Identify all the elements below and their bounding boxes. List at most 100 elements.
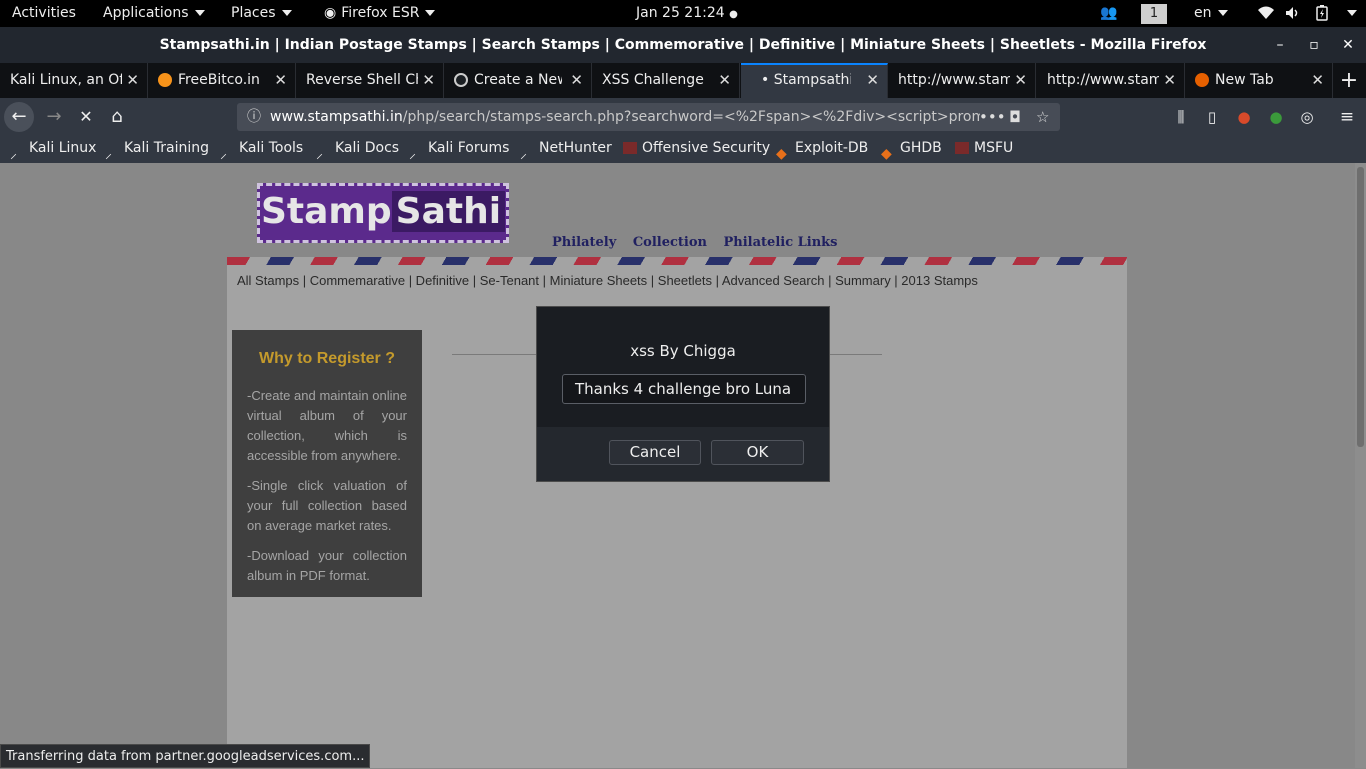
register-point: -Single click valuation of your full col… [247, 478, 407, 533]
tab-stampsathi-url-1[interactable]: http://www.stam ✕ [888, 63, 1036, 98]
account-icon[interactable]: ◎ [1294, 98, 1320, 136]
applications-label: Applications [103, 5, 189, 21]
status-bar: Transferring data from partner.googleads… [0, 744, 371, 768]
hamburger-menu-icon[interactable]: ≡ [1334, 98, 1360, 136]
close-tab-icon[interactable]: ✕ [1311, 63, 1324, 98]
bookmark-msfu[interactable]: MSFU [955, 136, 1013, 161]
bookmark-label: Kali Tools [239, 140, 304, 156]
why-register-title: Why to Register ? [258, 350, 395, 367]
page-scrollbar[interactable] [1355, 163, 1366, 768]
close-tab-icon[interactable]: ✕ [718, 63, 731, 98]
kali-dragon-icon: ⸝ [520, 146, 527, 162]
nav-philatelic-links[interactable]: Philatelic Links [724, 235, 838, 250]
sidebar-icon[interactable]: ▯ [1199, 98, 1225, 136]
tab-freebitcoin[interactable]: FreeBitco.in ✕ [148, 63, 296, 98]
scrollbar-thumb[interactable] [1357, 167, 1364, 447]
chevron-down-icon [1217, 10, 1228, 16]
offsec-icon [955, 142, 969, 154]
tab-reverse-shell[interactable]: Reverse Shell Ch ✕ [296, 63, 444, 98]
firefox-icon [1195, 73, 1209, 87]
volume-icon[interactable] [1285, 0, 1301, 27]
stop-button[interactable]: ✕ [72, 98, 100, 136]
bookmark-label: Exploit-DB [795, 140, 869, 156]
pocket-icon[interactable]: ◘ [1009, 103, 1021, 131]
dialog-message: xss By Chigga [630, 342, 736, 360]
battery-icon[interactable] [1316, 0, 1328, 27]
bookmark-kali-tools[interactable]: ⸝ Kali Tools [220, 136, 304, 162]
close-tab-icon[interactable]: ✕ [1163, 63, 1176, 98]
bookmark-nethunter[interactable]: ⸝ NetHunter [520, 136, 612, 162]
prompt-dialog: xss By Chigga Thanks 4 challenge bro Lun… [536, 306, 830, 482]
bookmark-label: Kali Docs [335, 140, 400, 156]
site-header: Stamp Sathi Philately Collection Philatel… [227, 163, 1127, 258]
clock[interactable]: Jan 25 21:24 ● [636, 0, 738, 27]
bookmark-kali-training[interactable]: ⸝ Kali Training [105, 136, 209, 162]
register-point: -Create and maintain online virtual albu… [247, 388, 407, 463]
bookmark-label: Kali Training [124, 140, 209, 156]
places-menu[interactable]: Places [231, 0, 292, 27]
prompt-input[interactable]: Thanks 4 challenge bro Luna [562, 374, 806, 404]
close-tab-icon[interactable]: ✕ [866, 65, 879, 96]
activities-button[interactable]: Activities [12, 0, 76, 27]
minimize-button[interactable]: – [1265, 27, 1295, 63]
people-icon[interactable]: 👥 [1100, 0, 1117, 27]
close-tab-icon[interactable]: ✕ [274, 63, 287, 98]
register-point: -Download your collection album in PDF f… [247, 548, 407, 583]
maximize-button[interactable]: ▫ [1299, 27, 1329, 63]
applications-menu[interactable]: Applications [103, 0, 205, 27]
bookmark-kali-docs[interactable]: ⸝ Kali Docs [316, 136, 400, 162]
forward-button[interactable]: → [40, 98, 68, 136]
library-icon[interactable]: ⫼ [1168, 98, 1194, 136]
tab-stampsathi[interactable]: • Stampsathi.in ✕ [741, 63, 888, 98]
url-bar[interactable]: ⓘ www.stampsathi.in/php/search/stamps-se… [237, 103, 1060, 131]
tab-label: XSS Challenge [602, 72, 704, 88]
bookmarks-toolbar: ⸝ Kali Linux ⸝ Kali Training ⸝ Kali Tools ⸝… [0, 136, 1366, 163]
stampsathi-logo[interactable]: Stamp Sathi [257, 183, 509, 243]
info-icon[interactable]: ⓘ [247, 103, 261, 131]
url-text[interactable]: www.stampsathi.in/php/search/stamps-sear… [270, 103, 980, 131]
bookmark-exploit-db[interactable]: ◆ Exploit-DB [776, 136, 869, 162]
bookmark-ghdb[interactable]: ◆ GHDB [881, 136, 942, 162]
close-tab-icon[interactable]: ✕ [422, 63, 435, 98]
extension-icon[interactable]: ● [1231, 98, 1257, 136]
new-tab-button[interactable]: + [1332, 63, 1366, 98]
nav-philately[interactable]: Philately [552, 235, 616, 250]
firefox-small-icon: ◉ [324, 5, 337, 21]
home-button[interactable]: ⌂ [103, 98, 131, 136]
firefox-app-label: Firefox ESR [341, 5, 420, 21]
workspace-indicator[interactable]: 1 [1141, 0, 1167, 27]
kali-dragon-icon: ⸝ [220, 146, 227, 162]
tab-stampsathi-url-2[interactable]: http://www.stam ✕ [1037, 63, 1185, 98]
tab-create-new[interactable]: Create a New ✕ [444, 63, 592, 98]
tab-kali-linux[interactable]: Kali Linux, an Off ✕ [0, 63, 148, 98]
bookmark-offensive-security[interactable]: Offensive Security [623, 136, 770, 161]
close-tab-icon[interactable]: ✕ [570, 63, 583, 98]
tab-label: http://www.stam [898, 72, 1010, 88]
logo-stamp-text: Stamp [260, 191, 392, 232]
bookmark-label: Offensive Security [642, 140, 771, 156]
extension-green-icon[interactable]: ● [1263, 98, 1289, 136]
system-menu[interactable] [1341, 0, 1357, 27]
wifi-icon[interactable] [1258, 0, 1274, 27]
nav-collection[interactable]: Collection [633, 235, 707, 250]
window-titlebar: Stampsathi.in | Indian Postage Stamps | … [0, 27, 1366, 63]
close-tab-icon[interactable]: ✕ [126, 63, 139, 98]
firefox-app-menu[interactable]: ◉ Firefox ESR [324, 0, 436, 27]
cancel-button[interactable]: Cancel [609, 440, 701, 465]
tab-xss-challenge[interactable]: XSS Challenge ✕ [592, 63, 740, 98]
bookmark-kali-forums[interactable]: ⸝ Kali Forums [409, 136, 509, 162]
url-path: /php/search/stamps-search.php?searchword… [402, 109, 980, 125]
bookmark-star-icon[interactable]: ☆ [1036, 103, 1049, 131]
close-window-button[interactable]: ✕ [1333, 27, 1363, 63]
chevron-down-icon [425, 10, 436, 16]
language-menu[interactable]: en [1194, 0, 1228, 27]
bookmark-kali-linux[interactable]: ⸝ Kali Linux [10, 136, 96, 162]
stamp-category-links[interactable]: All Stamps | Commemarative | Definitive … [237, 273, 978, 288]
ok-button[interactable]: OK [711, 440, 804, 465]
gnome-top-bar: Activities Applications Places ◉ Firefox … [0, 0, 1366, 27]
close-tab-icon[interactable]: ✕ [1014, 63, 1027, 98]
back-button[interactable]: ← [4, 102, 34, 132]
page-actions-icon[interactable]: ••• [979, 103, 1006, 131]
navigation-toolbar: ← → ✕ ⌂ ⓘ www.stampsathi.in/php/search/s… [0, 98, 1366, 136]
tab-new-tab[interactable]: New Tab ✕ [1185, 63, 1333, 98]
